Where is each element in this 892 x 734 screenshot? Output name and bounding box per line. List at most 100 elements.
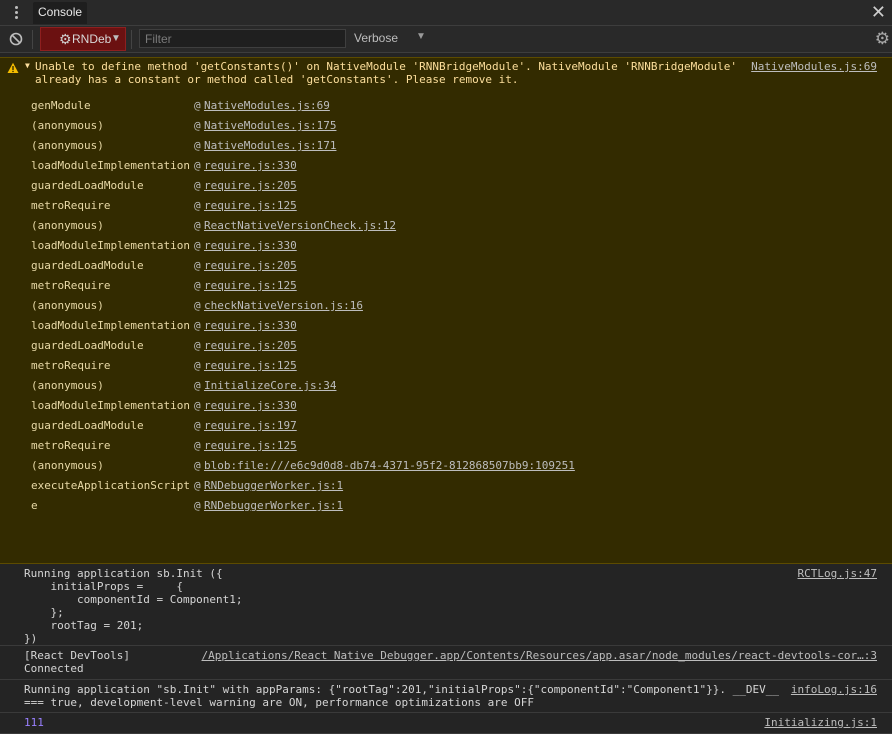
dropdown-arrow-icon: ▼ — [111, 33, 121, 44]
stack-frame: loadModuleImplementation @ require.js:330 — [31, 396, 631, 416]
toolbar-divider — [131, 30, 132, 49]
stack-source-link[interactable]: require.js:330 — [204, 156, 297, 176]
log-message: 111 Initializing.js:1 — [0, 713, 892, 734]
stack-source-link[interactable]: require.js:125 — [204, 196, 297, 216]
stack-frame: (anonymous) @ ReactNativeVersionCheck.js:1… — [31, 216, 631, 236]
stack-function-name: (anonymous) — [31, 139, 104, 152]
stack-function-name: loadModuleImplementation — [31, 239, 190, 252]
stack-at-symbol: @ — [194, 99, 201, 112]
log-source-link[interactable]: RCTLog.js:47 — [798, 567, 877, 580]
log-text: Running application "sb.Init" with appPa… — [24, 683, 779, 709]
stack-frame: metroRequire @ require.js:125 — [31, 196, 631, 216]
filter-input[interactable] — [139, 29, 346, 48]
more-options-icon[interactable] — [9, 4, 23, 22]
log-number: 111 — [24, 716, 44, 729]
stack-at-symbol: @ — [194, 479, 201, 492]
stack-frame: e @ RNDebuggerWorker.js:1 — [31, 496, 631, 516]
context-label: RNDeb — [72, 32, 112, 46]
console-toolbar: ⚙ RNDeb ▼ Verbose ▼ ⚙ — [0, 26, 892, 53]
stack-frame: metroRequire @ require.js:125 — [31, 436, 631, 456]
stack-source-link[interactable]: NativeModules.js:69 — [204, 96, 330, 116]
tab-console[interactable]: Console — [33, 2, 88, 24]
stack-function-name: loadModuleImplementation — [31, 399, 190, 412]
stack-source-link[interactable]: require.js:205 — [204, 336, 297, 356]
log-source-link[interactable]: /Applications/React Native Debugger.app/… — [201, 649, 877, 662]
stack-frame: (anonymous) @ blob:file:///e6c9d0d8-db74-4… — [31, 456, 631, 476]
stack-frame: loadModuleImplementation @ require.js:330 — [31, 236, 631, 256]
stack-at-symbol: @ — [194, 259, 201, 272]
stack-at-symbol: @ — [194, 439, 201, 452]
stack-function-name: (anonymous) — [31, 119, 104, 132]
log-message: Running application "sb.Init" with appPa… — [0, 680, 892, 713]
stack-source-link[interactable]: require.js:125 — [204, 276, 297, 296]
stack-source-link[interactable]: InitializeCore.js:34 — [204, 376, 336, 396]
stack-at-symbol: @ — [194, 279, 201, 292]
stack-source-link[interactable]: require.js:205 — [204, 176, 297, 196]
stack-frame: guardedLoadModule @ require.js:205 — [31, 256, 631, 276]
settings-gear-icon[interactable]: ⚙ — [875, 29, 890, 49]
stack-source-link[interactable]: checkNativeVersion.js:16 — [204, 296, 363, 316]
stack-source-link[interactable]: require.js:125 — [204, 356, 297, 376]
log-message: [React DevTools] Connected /Applications… — [0, 646, 892, 680]
stack-function-name: guardedLoadModule — [31, 339, 144, 352]
stack-function-name: executeApplicationScript — [31, 479, 190, 492]
stack-frame: genModule @ NativeModules.js:69 — [31, 96, 631, 116]
stack-at-symbol: @ — [194, 199, 201, 212]
log-text: [React DevTools] Connected — [24, 649, 130, 675]
context-selector[interactable]: ⚙ RNDeb ▼ — [40, 27, 126, 51]
stack-source-link[interactable]: NativeModules.js:175 — [204, 116, 336, 136]
stack-function-name: loadModuleImplementation — [31, 159, 190, 172]
console-messages: ▼ Unable to define method 'getConstants(… — [0, 53, 892, 734]
stack-frame: (anonymous) @ InitializeCore.js:34 — [31, 376, 631, 396]
stack-source-link[interactable]: NativeModules.js:171 — [204, 136, 336, 156]
stack-at-symbol: @ — [194, 339, 201, 352]
stack-frame: (anonymous) @ NativeModules.js:171 — [31, 136, 631, 156]
stack-source-link[interactable]: RNDebuggerWorker.js:1 — [204, 496, 343, 516]
warning-source-link[interactable]: NativeModules.js:69 — [751, 60, 877, 73]
stack-source-link[interactable]: require.js:330 — [204, 316, 297, 336]
toolbar-divider — [32, 30, 33, 49]
stack-source-link[interactable]: require.js:330 — [204, 236, 297, 256]
stack-source-link[interactable]: require.js:205 — [204, 256, 297, 276]
stack-frame: metroRequire @ require.js:125 — [31, 356, 631, 376]
log-source-link[interactable]: Initializing.js:1 — [764, 716, 877, 729]
close-drawer-icon[interactable]: ✕ — [871, 2, 886, 22]
stack-source-link[interactable]: ReactNativeVersionCheck.js:12 — [204, 216, 396, 236]
stack-at-symbol: @ — [194, 359, 201, 372]
stack-function-name: metroRequire — [31, 359, 111, 372]
stack-function-name: loadModuleImplementation — [31, 319, 190, 332]
stack-function-name: metroRequire — [31, 279, 111, 292]
stack-trace: genModule @ NativeModules.js:69 (anonymous)… — [31, 96, 631, 516]
stack-function-name: metroRequire — [31, 439, 111, 452]
stack-function-name: guardedLoadModule — [31, 419, 144, 432]
stack-frame: executeApplicationScript @ RNDebuggerWorke… — [31, 476, 631, 496]
stack-at-symbol: @ — [194, 159, 201, 172]
drawer-tab-bar: Console ✕ — [0, 0, 892, 26]
stack-source-link[interactable]: blob:file:///e6c9d0d8-db74-4371-95f2-812… — [204, 456, 575, 476]
stack-source-link[interactable]: require.js:197 — [204, 416, 297, 436]
stack-at-symbol: @ — [194, 239, 201, 252]
log-levels-label: Verbose — [354, 31, 399, 45]
stack-source-link[interactable]: require.js:125 — [204, 436, 297, 456]
stack-function-name: (anonymous) — [31, 299, 104, 312]
log-message: Running application sb.Init ({ initialPr… — [0, 564, 892, 646]
chevron-down-icon: ▼ — [416, 31, 426, 42]
log-source-link[interactable]: infoLog.js:16 — [791, 683, 877, 696]
stack-at-symbol: @ — [194, 179, 201, 192]
warning-text: Unable to define method 'getConstants()'… — [35, 60, 737, 86]
log-levels-dropdown[interactable]: Verbose ▼ — [354, 31, 426, 45]
stack-function-name: guardedLoadModule — [31, 179, 144, 192]
stack-function-name: (anonymous) — [31, 379, 104, 392]
stack-source-link[interactable]: require.js:330 — [204, 396, 297, 416]
stack-at-symbol: @ — [194, 379, 201, 392]
stack-at-symbol: @ — [194, 299, 201, 312]
stack-at-symbol: @ — [194, 119, 201, 132]
clear-console-icon[interactable] — [9, 32, 23, 46]
stack-at-symbol: @ — [194, 319, 201, 332]
stack-source-link[interactable]: RNDebuggerWorker.js:1 — [204, 476, 343, 496]
stack-frame: (anonymous) @ checkNativeVersion.js:16 — [31, 296, 631, 316]
stack-at-symbol: @ — [194, 499, 201, 512]
stack-frame: loadModuleImplementation @ require.js:330 — [31, 316, 631, 336]
stack-frame: guardedLoadModule @ require.js:205 — [31, 176, 631, 196]
stack-at-symbol: @ — [194, 399, 201, 412]
